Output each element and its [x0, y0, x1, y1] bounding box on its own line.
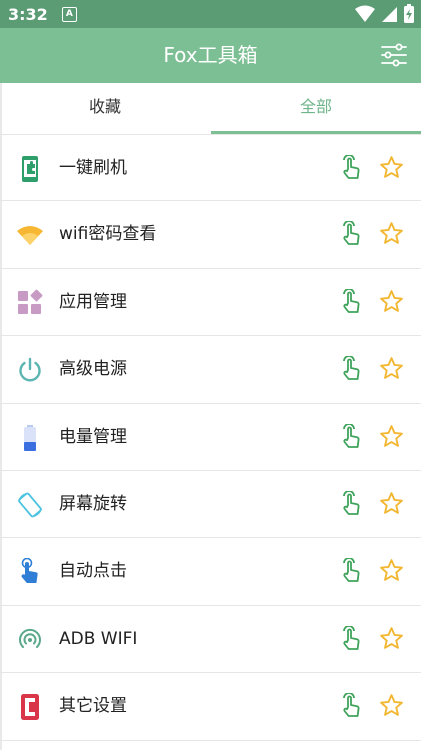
status-icons [355, 4, 415, 24]
app-title: Fox工具箱 [163, 43, 258, 67]
list-item[interactable]: wifi密码查看 [0, 201, 421, 269]
item-label: 电量管理 [59, 426, 127, 447]
battery-charging-icon [404, 4, 414, 23]
star-favorite-icon[interactable] [379, 221, 404, 246]
status-bar: 3:32 A [0, 0, 421, 28]
list-item[interactable]: 应用管理 [0, 269, 421, 337]
item-label: 一键刷机 [59, 158, 127, 178]
touch-launch-icon[interactable] [340, 288, 364, 315]
star-favorite-icon[interactable] [379, 289, 404, 314]
item-label: ADB WIFI [59, 628, 138, 649]
touch-launch-icon[interactable] [340, 693, 364, 719]
touch-launch-icon[interactable] [340, 558, 364, 584]
list-item[interactable]: 其它设置 [0, 673, 421, 741]
touch-launch-icon[interactable] [340, 221, 364, 247]
touch-launch-icon[interactable] [340, 625, 364, 652]
phone-puzzle-icon [22, 156, 38, 182]
star-favorite-icon[interactable] [379, 155, 404, 180]
tab-all[interactable]: 全部 [211, 83, 421, 134]
list-item[interactable]: 高级电源 [0, 336, 421, 404]
touch-launch-icon[interactable] [340, 490, 364, 517]
list-item[interactable]: 屏幕旋转 [0, 471, 421, 539]
power-icon [19, 357, 41, 382]
tool-list: 一键刷机 wifi密码查看 应用管理 高级电源 电量管理 屏幕旋转 自动点击 A… [0, 134, 421, 741]
settings-sliders-icon[interactable] [381, 42, 407, 68]
app-bar: Fox工具箱 [0, 28, 421, 83]
star-favorite-icon[interactable] [379, 424, 404, 449]
touch-launch-icon[interactable] [340, 423, 364, 450]
cell-signal-icon [382, 7, 397, 22]
battery-icon [24, 424, 36, 451]
touch-launch-icon[interactable] [340, 356, 364, 382]
list-item[interactable]: 一键刷机 [0, 134, 421, 202]
item-label: wifi密码查看 [59, 224, 157, 245]
item-label: 其它设置 [59, 696, 127, 717]
list-item[interactable]: 自动点击 [0, 538, 421, 606]
list-item[interactable]: 电量管理 [0, 404, 421, 471]
tab-all-label: 全部 [299, 97, 332, 116]
adb-wifi-icon [19, 628, 41, 648]
item-label: 高级电源 [59, 359, 127, 380]
other-settings-icon [21, 694, 39, 721]
item-label: 屏幕旋转 [59, 493, 127, 514]
star-favorite-icon[interactable] [379, 693, 404, 718]
star-favorite-icon[interactable] [379, 491, 404, 516]
screen-rotation-icon [18, 492, 42, 518]
item-label: 自动点击 [59, 561, 127, 582]
star-favorite-icon[interactable] [379, 558, 404, 583]
star-favorite-icon[interactable] [379, 356, 404, 381]
auto-click-icon [21, 558, 38, 584]
wifi-icon [17, 226, 43, 246]
list-item[interactable]: ADB WIFI [0, 606, 421, 674]
touch-launch-icon[interactable] [340, 155, 364, 181]
star-favorite-icon[interactable] [379, 626, 404, 651]
status-time: 3:32 [8, 4, 48, 24]
tab-bar: 收藏 全部 [0, 83, 421, 135]
tab-favorites[interactable]: 收藏 [0, 83, 210, 134]
item-label: 应用管理 [59, 291, 127, 312]
wifi-signal-icon [355, 5, 375, 22]
apps-grid-icon [18, 289, 43, 314]
notification-a-icon: A [61, 6, 77, 22]
